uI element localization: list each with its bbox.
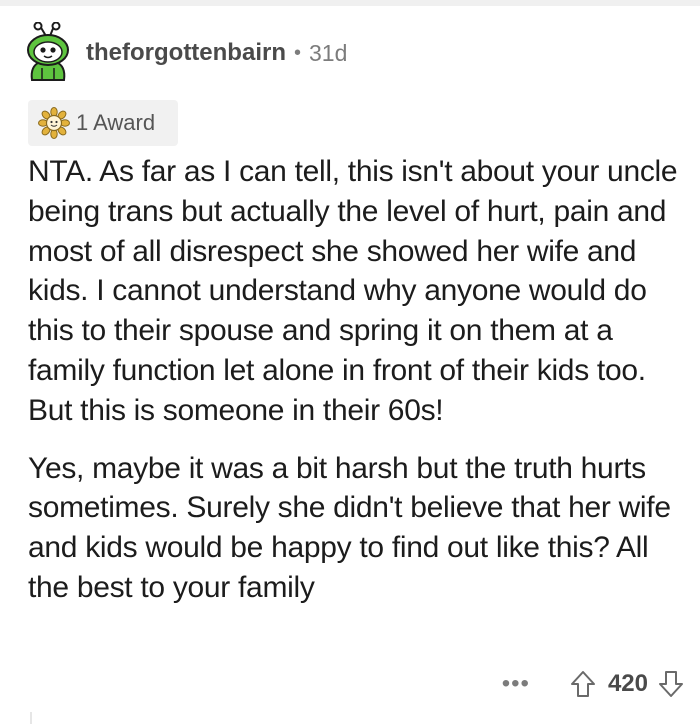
top-divider (0, 0, 700, 6)
username[interactable]: theforgottenbairn (86, 39, 286, 67)
award-badge[interactable]: 1 Award (28, 100, 178, 146)
comment-body: NTA. As far as I can tell, this isn't ab… (28, 152, 688, 626)
vote-score: 420 (607, 670, 648, 697)
more-options-button[interactable]: ••• (502, 670, 530, 698)
avatar[interactable] (20, 22, 76, 84)
award-label: 1 Award (76, 110, 156, 135)
thread-line[interactable] (30, 712, 32, 724)
comment-header: theforgottenbairn • 31d (20, 22, 347, 84)
upvote-icon[interactable] (570, 670, 596, 698)
comment-paragraph: NTA. As far as I can tell, this isn't ab… (28, 155, 678, 427)
comment-paragraph: Yes, maybe it was a bit harsh but the tr… (28, 451, 671, 604)
comment-actions: ••• 420 (502, 666, 684, 702)
downvote-icon[interactable] (658, 670, 684, 698)
meta-separator: • (293, 41, 301, 64)
sunflower-award-icon (38, 107, 70, 139)
comment-age: 31d (309, 39, 348, 66)
